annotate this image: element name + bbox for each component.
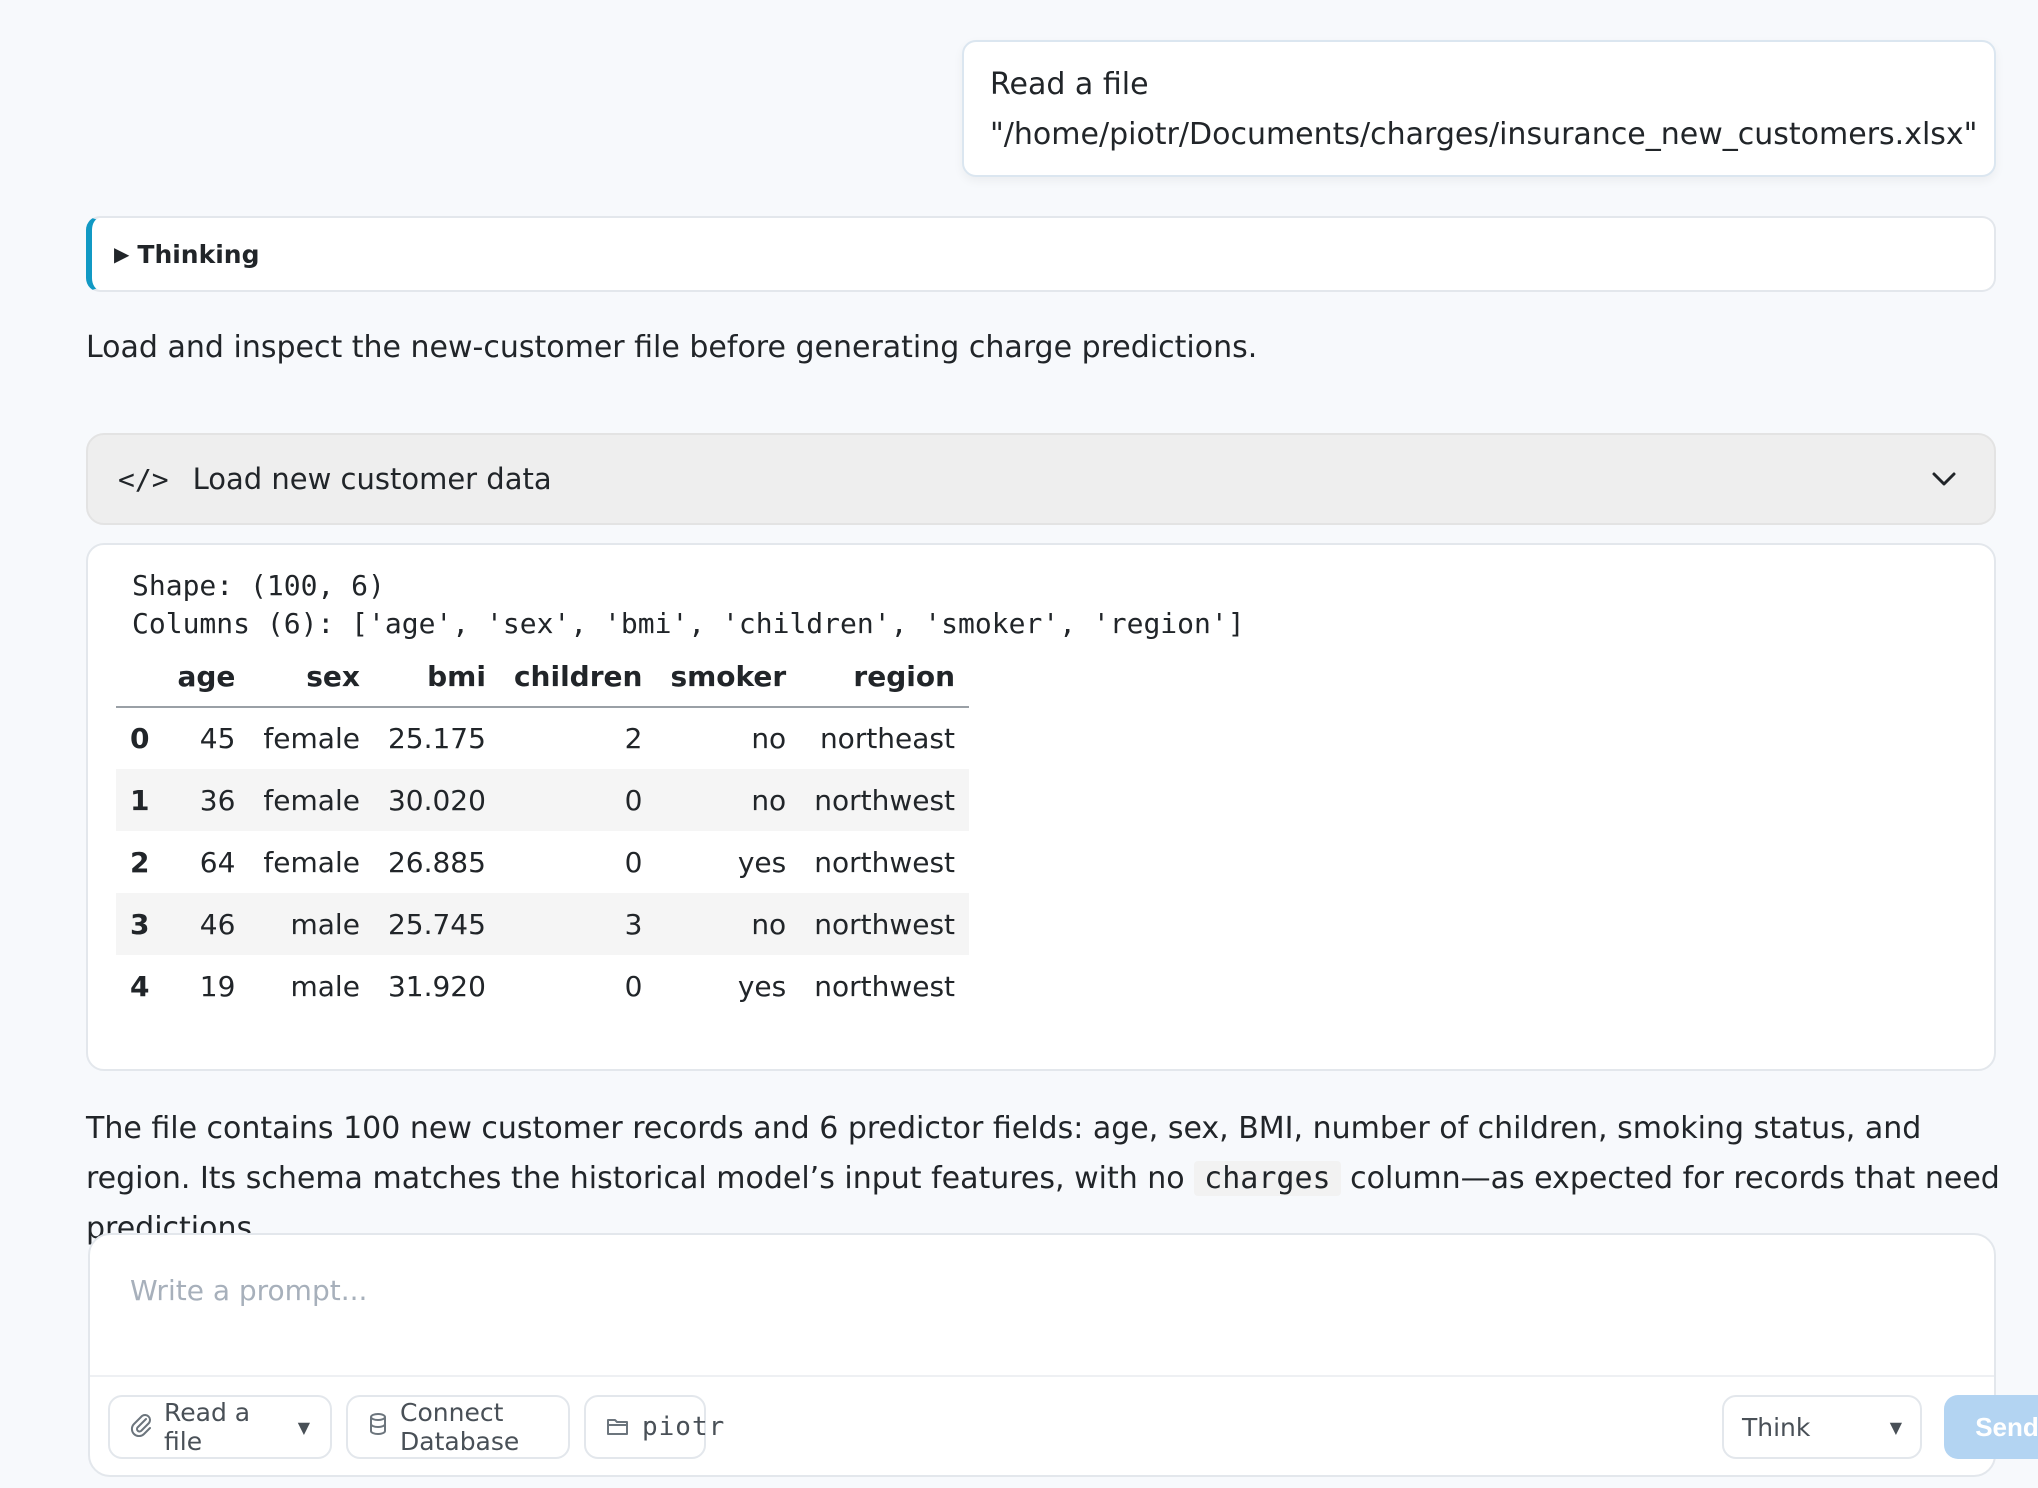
table-row: 2 64 female 26.885 0 yes northwest — [116, 831, 969, 893]
table-cell: northwest — [814, 783, 956, 817]
assistant-summary-text: The file contains 100 new customer recor… — [86, 1104, 2006, 1254]
read-file-button[interactable]: Read a file ▼ — [108, 1395, 332, 1459]
assistant-intro-text: Load and inspect the new-customer file b… — [86, 330, 1258, 365]
user-message-line1: Read a file — [990, 67, 1149, 102]
prompt-composer: Read a file ▼ Connect Database piotr Thi… — [88, 1233, 2038, 1477]
table-cell: yes — [737, 969, 787, 1003]
table-cell: northwest — [814, 845, 956, 879]
thinking-toggle[interactable]: ▶ Thinking — [86, 216, 1996, 292]
table-row: 0 45 female 25.175 2 no northeast — [116, 707, 969, 769]
table-cell: 31.920 — [387, 969, 486, 1003]
row-index: 4 — [130, 969, 150, 1003]
table-cell: 0 — [624, 969, 643, 1003]
working-folder-button[interactable]: piotr — [584, 1395, 724, 1459]
column-header: sex — [306, 660, 360, 693]
caret-down-icon: ▼ — [1889, 1417, 1902, 1437]
shape-line: Shape: (100, 6) — [132, 569, 385, 602]
paperclip-icon — [130, 1411, 152, 1443]
database-icon — [368, 1412, 388, 1442]
table-cell: 45 — [199, 722, 236, 755]
table-cell: northeast — [819, 722, 956, 755]
table-cell: 25.175 — [387, 722, 486, 755]
column-header: region — [853, 660, 956, 693]
folder-label: piotr — [642, 1412, 726, 1442]
connect-database-label: Connect Database — [400, 1398, 520, 1456]
chevron-down-icon[interactable] — [1924, 459, 1964, 499]
column-header: age — [177, 660, 236, 693]
column-header — [116, 647, 163, 707]
inline-code-charges: charges — [1194, 1161, 1341, 1196]
code-icon: </> — [118, 462, 169, 496]
mode-select[interactable]: Think ▼ — [1722, 1395, 1922, 1459]
table-cell: 3 — [624, 907, 643, 941]
user-message-line2: "/home/piotr/Documents/charges/insurance… — [990, 117, 1978, 152]
folder-icon — [606, 1413, 630, 1442]
table-row: 3 46 male 25.745 3 no northwest — [116, 893, 970, 955]
prompt-input[interactable] — [130, 1265, 1950, 1315]
table-cell: no — [751, 907, 787, 941]
read-file-label: Read a file — [164, 1398, 251, 1456]
table-cell: northwest — [814, 969, 956, 1003]
output-text: Shape: (100, 6) Columns (6): ['age', 'sex… — [132, 567, 1245, 643]
table-cell: 25.745 — [387, 907, 486, 941]
table-cell: male — [290, 907, 360, 941]
table-cell: 2 — [624, 722, 643, 755]
table-row: 1 36 female 30.020 0 no northwest — [116, 769, 970, 831]
connect-database-button[interactable]: Connect Database — [346, 1395, 570, 1459]
dataframe-table: age sex bmi children smoker region 0 45 … — [116, 647, 970, 1017]
column-header: smoker — [670, 660, 787, 693]
row-index: 0 — [130, 722, 150, 755]
chat-page: Read a file "/home/piotr/Documents/charg… — [0, 0, 2038, 1488]
table-cell: 0 — [624, 845, 643, 879]
table-cell: yes — [737, 845, 787, 879]
code-block-title: Load new customer data — [192, 462, 552, 496]
composer-divider — [90, 1375, 1994, 1377]
table-header-row: age sex bmi children smoker region — [116, 647, 970, 707]
mode-select-value: Think — [1742, 1412, 1811, 1442]
table-cell: female — [263, 783, 360, 817]
table-cell: 46 — [199, 907, 236, 941]
table-cell: female — [263, 722, 360, 755]
thinking-label: Thinking — [137, 239, 260, 269]
caret-down-icon: ▼ — [297, 1417, 310, 1437]
table-row: 4 19 male 31.920 0 yes northwest — [116, 955, 969, 1017]
user-message-bubble: Read a file "/home/piotr/Documents/charg… — [962, 40, 1996, 177]
code-output-panel: Shape: (100, 6) Columns (6): ['age', 'sex… — [86, 543, 1996, 1071]
table-cell: 36 — [199, 783, 236, 817]
table-cell: 0 — [624, 783, 643, 817]
row-index: 2 — [130, 845, 150, 879]
caret-right-icon: ▶ — [114, 242, 130, 266]
send-button[interactable]: Send — [1944, 1395, 2038, 1459]
code-block-header[interactable]: </> Load new customer data — [86, 433, 1996, 525]
column-header: children — [513, 660, 643, 693]
column-header: bmi — [427, 660, 486, 693]
table-cell: male — [290, 969, 360, 1003]
table-cell: 26.885 — [387, 845, 486, 879]
columns-line: Columns (6): ['age', 'sex', 'bmi', 'chil… — [132, 607, 1245, 640]
table-cell: female — [263, 845, 360, 879]
row-index: 3 — [130, 907, 150, 941]
row-index: 1 — [130, 783, 150, 817]
table-cell: 19 — [199, 969, 236, 1003]
table-cell: 30.020 — [387, 783, 486, 817]
table-cell: no — [751, 783, 787, 817]
table-cell: 64 — [199, 845, 236, 879]
table-cell: no — [751, 722, 787, 755]
composer-toolbar: Read a file ▼ Connect Database piotr Thi… — [108, 1395, 2038, 1459]
table-cell: northwest — [814, 907, 956, 941]
